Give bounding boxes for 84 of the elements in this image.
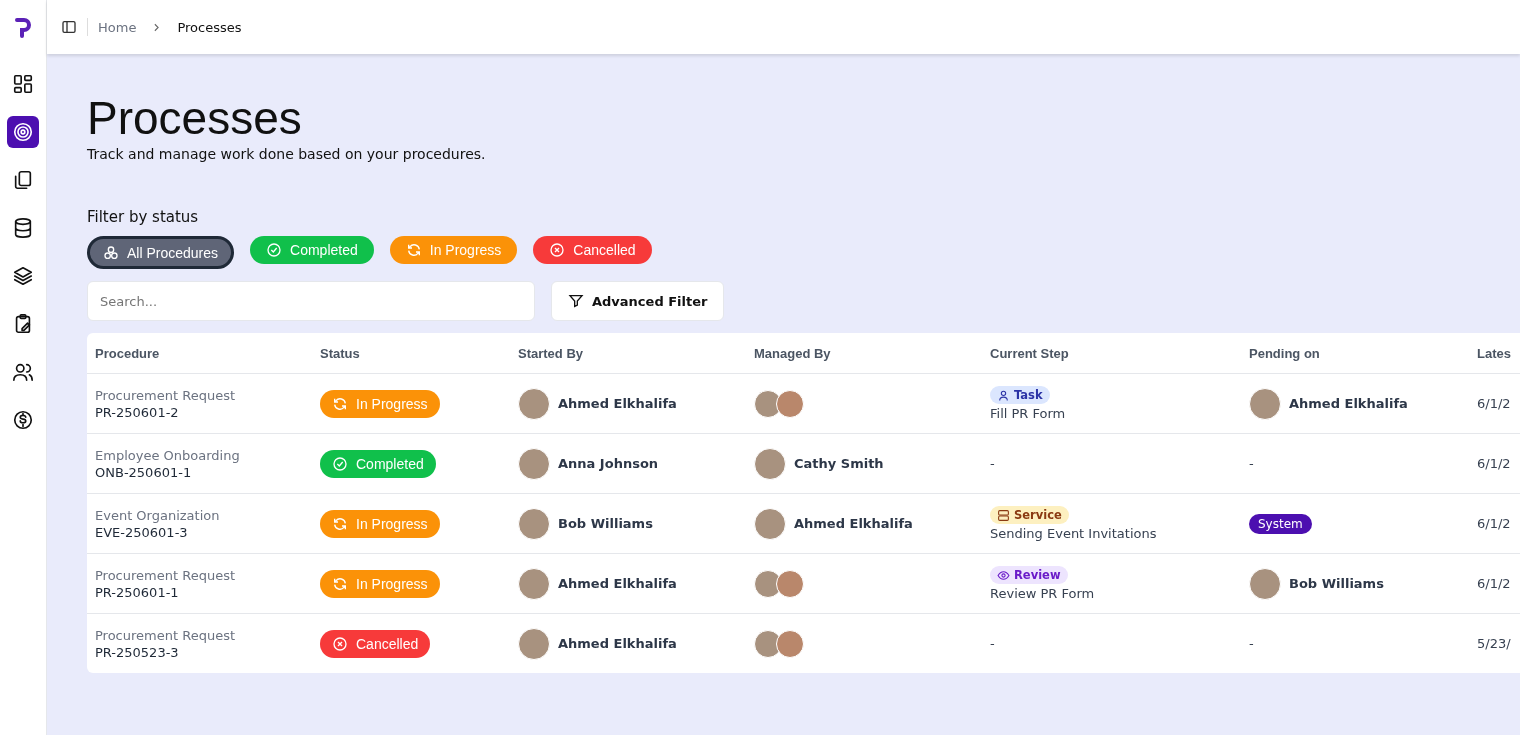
- search-field[interactable]: Search...: [87, 281, 535, 321]
- person-name: Ahmed Elkhalifa: [794, 516, 913, 531]
- person-name: Ahmed Elkhalifa: [1289, 396, 1408, 411]
- filter-chip[interactable]: Cancelled: [533, 236, 652, 264]
- step-type-badge: Task: [990, 386, 1050, 404]
- logo-icon: [13, 16, 33, 40]
- person-name: Bob Williams: [1289, 576, 1384, 591]
- date-text: 6/1/2: [1477, 576, 1511, 591]
- column-header: Lates: [1476, 345, 1512, 361]
- person-name: Cathy Smith: [794, 456, 884, 471]
- step-name: Review PR Form: [990, 586, 1095, 601]
- target-icon[interactable]: [7, 116, 39, 148]
- person-name: Ahmed Elkhalifa: [558, 576, 677, 591]
- avatar: [518, 387, 550, 420]
- procedure-id: EVE-250601-3: [95, 524, 188, 540]
- avatar: [1249, 387, 1281, 420]
- procedure-name: Procurement Request: [95, 627, 235, 643]
- check-circle-icon: [332, 455, 348, 472]
- avatar: [754, 507, 786, 540]
- status-badge: Cancelled: [320, 629, 431, 658]
- advanced-filter-button[interactable]: Advanced Filter: [551, 281, 725, 321]
- procedure-name: Employee Onboarding: [95, 447, 240, 463]
- status-badge: In Progress: [320, 389, 440, 418]
- avatar: [776, 629, 804, 658]
- procedure-id: ONB-250601-1: [95, 464, 192, 480]
- step-type-badge: Review: [990, 566, 1068, 584]
- date-text: 6/1/2: [1477, 396, 1511, 411]
- empty-value: -: [990, 456, 995, 471]
- x-circle-icon: [549, 242, 566, 258]
- procedure-name: Procurement Request: [95, 387, 235, 403]
- breadcrumb-item: Processes: [177, 19, 242, 35]
- status-badge: Completed: [320, 449, 436, 478]
- step-name: Sending Event Invitations: [990, 526, 1157, 541]
- procedure-id: PR-250523-3: [95, 644, 179, 660]
- date-text: 5/23/: [1477, 636, 1511, 651]
- procedure-name: Procurement Request: [95, 567, 235, 583]
- person-name: Anna Johnson: [558, 456, 659, 471]
- refresh-icon: [332, 395, 348, 412]
- empty-value: -: [1249, 456, 1254, 471]
- server-icon: [997, 508, 1010, 522]
- date-text: 6/1/2: [1477, 516, 1511, 531]
- empty-value: -: [990, 636, 995, 651]
- avatar: [518, 447, 550, 480]
- empty-value: -: [1249, 636, 1254, 651]
- refresh-icon: [332, 575, 348, 592]
- page-subtitle: Track and manage work done based on your procedures.: [87, 146, 487, 162]
- procedure-name: Event Organization: [95, 507, 220, 523]
- user-icon: [997, 388, 1010, 402]
- system-badge: System: [1249, 513, 1312, 534]
- avatar: [754, 447, 786, 480]
- filter-chip[interactable]: All Procedures: [87, 236, 235, 269]
- filter-label: Filter by status: [87, 208, 200, 226]
- page-title: Processes: [87, 91, 303, 146]
- cubes-icon: [103, 244, 119, 261]
- column-header: Procedure: [94, 345, 161, 361]
- filter-icon: [568, 293, 584, 309]
- column-header: Pending on: [1248, 345, 1321, 361]
- person-name: Ahmed Elkhalifa: [558, 396, 677, 411]
- status-badge: In Progress: [320, 569, 440, 598]
- person-name: Bob Williams: [558, 516, 653, 531]
- status-badge: In Progress: [320, 509, 440, 538]
- eye-icon: [997, 568, 1010, 582]
- avatar: [518, 507, 550, 540]
- column-header: Status: [319, 345, 361, 361]
- column-header: Current Step: [989, 345, 1070, 361]
- refresh-icon: [405, 242, 422, 258]
- column-header: Started By: [517, 345, 585, 361]
- procedure-id: PR-250601-1: [95, 584, 179, 600]
- person-name: Ahmed Elkhalifa: [558, 636, 677, 651]
- procedure-id: PR-250601-2: [95, 404, 179, 420]
- column-header: Managed By: [753, 345, 832, 361]
- refresh-icon: [332, 515, 348, 532]
- avatar: [1249, 567, 1281, 600]
- date-text: 6/1/2: [1477, 456, 1511, 471]
- step-name: Fill PR Form: [990, 406, 1066, 421]
- avatar: [776, 389, 804, 418]
- sidebar-toggle-icon[interactable]: [61, 19, 77, 35]
- x-circle-icon: [332, 635, 348, 652]
- step-type-badge: Service: [990, 506, 1069, 524]
- avatar: [518, 567, 550, 600]
- avatar: [776, 569, 804, 598]
- breadcrumb-item[interactable]: Home: [98, 19, 137, 35]
- check-circle-icon: [266, 242, 283, 258]
- avatar: [518, 627, 550, 660]
